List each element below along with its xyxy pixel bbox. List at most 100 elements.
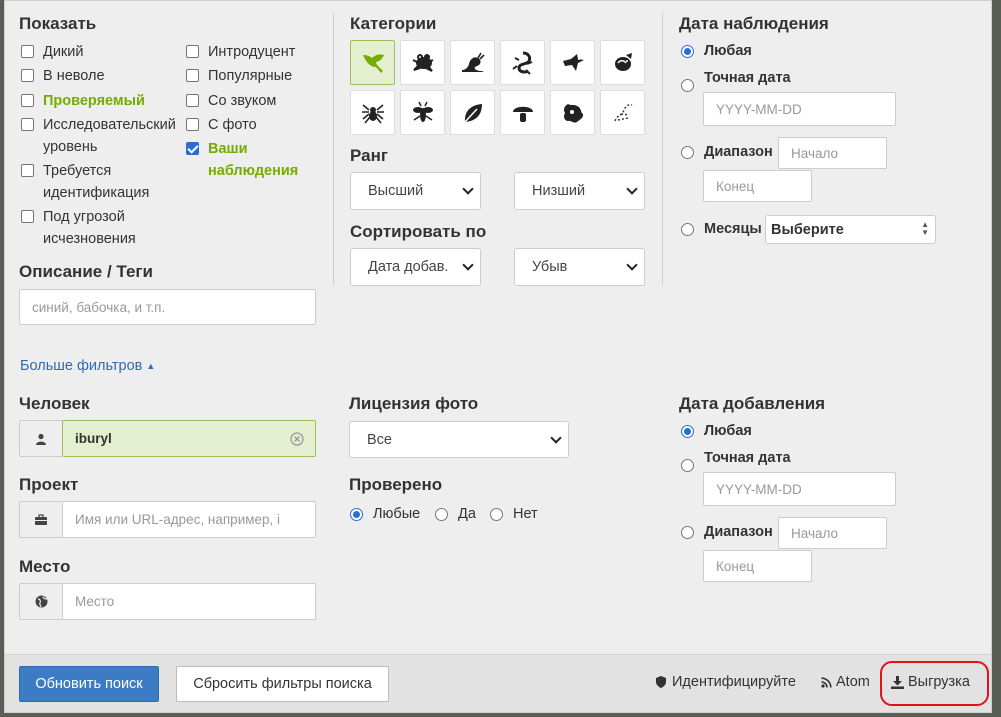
verified-no-radio[interactable]: Нет xyxy=(490,504,538,524)
start-placeholder: Начало xyxy=(791,525,839,541)
added-date-exact-radio[interactable]: Точная дата xyxy=(681,450,791,472)
radio-button[interactable] xyxy=(681,145,694,159)
checkbox-with-photo[interactable]: С фото xyxy=(186,114,257,136)
months-select[interactable]: Выберите ▲ ▼ xyxy=(765,215,936,244)
radio-button[interactable] xyxy=(681,79,694,92)
update-search-button[interactable]: Обновить поиск xyxy=(19,666,159,702)
category-plants-leaf[interactable] xyxy=(450,90,495,135)
checkbox-box[interactable] xyxy=(186,118,199,131)
radio-button[interactable] xyxy=(681,222,694,236)
radio-label: Диапазон xyxy=(704,144,773,160)
category-unknown[interactable] xyxy=(600,90,645,135)
verified-yes-radio[interactable]: Да xyxy=(435,504,476,524)
mollusk-icon xyxy=(461,52,485,72)
category-arachnids[interactable] xyxy=(350,90,395,135)
clear-icon[interactable] xyxy=(290,432,304,446)
radio-button[interactable] xyxy=(681,525,694,539)
checkbox-introduced[interactable]: Интродуцент xyxy=(186,41,295,63)
identify-link[interactable]: Идентифицируйте xyxy=(656,674,796,690)
checkbox-box[interactable] xyxy=(21,118,34,131)
checkbox-box[interactable] xyxy=(186,94,199,107)
category-birds[interactable] xyxy=(550,40,595,85)
reptile-icon xyxy=(511,51,532,75)
obs-date-start-input[interactable]: Начало xyxy=(778,137,887,169)
protozoa-icon xyxy=(563,103,583,123)
project-heading: Проект xyxy=(19,475,79,494)
category-insects[interactable] xyxy=(400,90,445,135)
rank-high-select[interactable]: Высший xyxy=(350,172,481,210)
atom-label: Atom xyxy=(836,674,870,690)
radio-button[interactable] xyxy=(350,507,363,521)
checkbox-captive[interactable]: В неволе xyxy=(21,65,105,87)
checkbox-verifiable[interactable]: Проверяемый xyxy=(21,90,145,112)
obs-date-heading: Дата наблюдения xyxy=(679,14,829,33)
column-divider xyxy=(333,13,334,285)
obs-date-any-radio[interactable]: Любая xyxy=(681,41,752,61)
checkbox-threatened[interactable]: Под угрозой исчезновения xyxy=(21,206,181,250)
obs-date-exact-radio[interactable]: Точная дата xyxy=(681,70,791,92)
checkbox-your-observations[interactable]: Ваши наблюдения xyxy=(186,138,316,182)
checkbox-box[interactable] xyxy=(21,210,34,223)
checkbox-research-grade[interactable]: Исследовательский уровень xyxy=(21,114,191,158)
atom-link[interactable]: Atom xyxy=(821,674,870,690)
radio-button[interactable] xyxy=(435,507,448,521)
checkbox-needs-id[interactable]: Требуется идентификация xyxy=(21,160,181,204)
project-input[interactable]: Имя или URL-адрес, например, i xyxy=(62,501,316,538)
person-addon xyxy=(19,420,62,457)
radio-button[interactable] xyxy=(681,44,694,58)
rank-low-select[interactable]: Низший xyxy=(514,172,645,210)
obs-date-months-radio[interactable]: Месяцы xyxy=(681,219,762,239)
obs-date-exact-input[interactable]: YYYY-MM-DD xyxy=(703,92,896,126)
category-fungi[interactable] xyxy=(500,90,545,135)
checkbox-box[interactable] xyxy=(186,45,199,58)
checkbox-wild[interactable]: Дикий xyxy=(21,41,83,63)
person-value: iburyl xyxy=(75,431,112,446)
added-date-range-radio[interactable]: Диапазон xyxy=(681,522,773,542)
checkbox-label: Проверяемый xyxy=(43,93,145,109)
category-plants[interactable] xyxy=(350,40,395,85)
checkbox-popular[interactable]: Популярные xyxy=(186,65,292,87)
radio-button[interactable] xyxy=(681,424,694,438)
obs-date-range-radio[interactable]: Диапазон xyxy=(681,142,773,162)
reset-filters-button[interactable]: Сбросить фильтры поиска xyxy=(176,666,389,702)
checkbox-box[interactable] xyxy=(21,164,34,177)
sort-by-select[interactable]: Дата добав. xyxy=(350,248,481,286)
added-date-exact-input[interactable]: YYYY-MM-DD xyxy=(703,472,896,506)
place-input[interactable]: Место xyxy=(62,583,316,620)
category-reptiles[interactable] xyxy=(500,40,545,85)
added-date-end-input[interactable]: Конец xyxy=(703,550,812,582)
added-date-start-input[interactable]: Начало xyxy=(778,517,887,549)
category-amphibians[interactable] xyxy=(400,40,445,85)
person-input[interactable]: iburyl xyxy=(62,420,316,457)
checkbox-box[interactable] xyxy=(186,69,199,82)
sort-order-select[interactable]: Убыв xyxy=(514,248,645,286)
more-filters-toggle[interactable]: Больше фильтров ▲ xyxy=(20,358,155,374)
checkbox-box[interactable] xyxy=(186,142,199,155)
checkbox-box[interactable] xyxy=(21,94,34,107)
description-input[interactable]: синий, бабочка, и т.п. xyxy=(19,289,316,325)
project-placeholder: Имя или URL-адрес, например, i xyxy=(75,512,281,527)
obs-date-end-input[interactable]: Конец xyxy=(703,170,812,202)
rank-low-value: Низший xyxy=(532,183,586,199)
mushroom-icon xyxy=(512,106,533,122)
radio-button[interactable] xyxy=(490,507,503,521)
radio-button[interactable] xyxy=(681,459,694,472)
exact-date-placeholder: YYYY-MM-DD xyxy=(716,481,802,497)
radio-label: Да xyxy=(458,506,476,522)
checkbox-with-sound[interactable]: Со звуком xyxy=(186,90,276,112)
checkbox-box[interactable] xyxy=(21,69,34,82)
checkbox-label: Требуется идентификация xyxy=(43,163,150,201)
person-heading: Человек xyxy=(19,394,90,413)
category-mammals[interactable] xyxy=(600,40,645,85)
place-placeholder: Место xyxy=(75,594,115,609)
unknown-icon xyxy=(613,103,632,121)
checkbox-label: С фото xyxy=(208,117,257,133)
category-protozoa[interactable] xyxy=(550,90,595,135)
briefcase-icon xyxy=(35,513,47,525)
category-mollusks[interactable] xyxy=(450,40,495,85)
checkbox-box[interactable] xyxy=(21,45,34,58)
verified-any-radio[interactable]: Любые xyxy=(350,504,420,524)
license-select[interactable]: Все xyxy=(349,421,569,458)
added-date-any-radio[interactable]: Любая xyxy=(681,421,752,441)
radio-label: Любые xyxy=(373,506,421,522)
